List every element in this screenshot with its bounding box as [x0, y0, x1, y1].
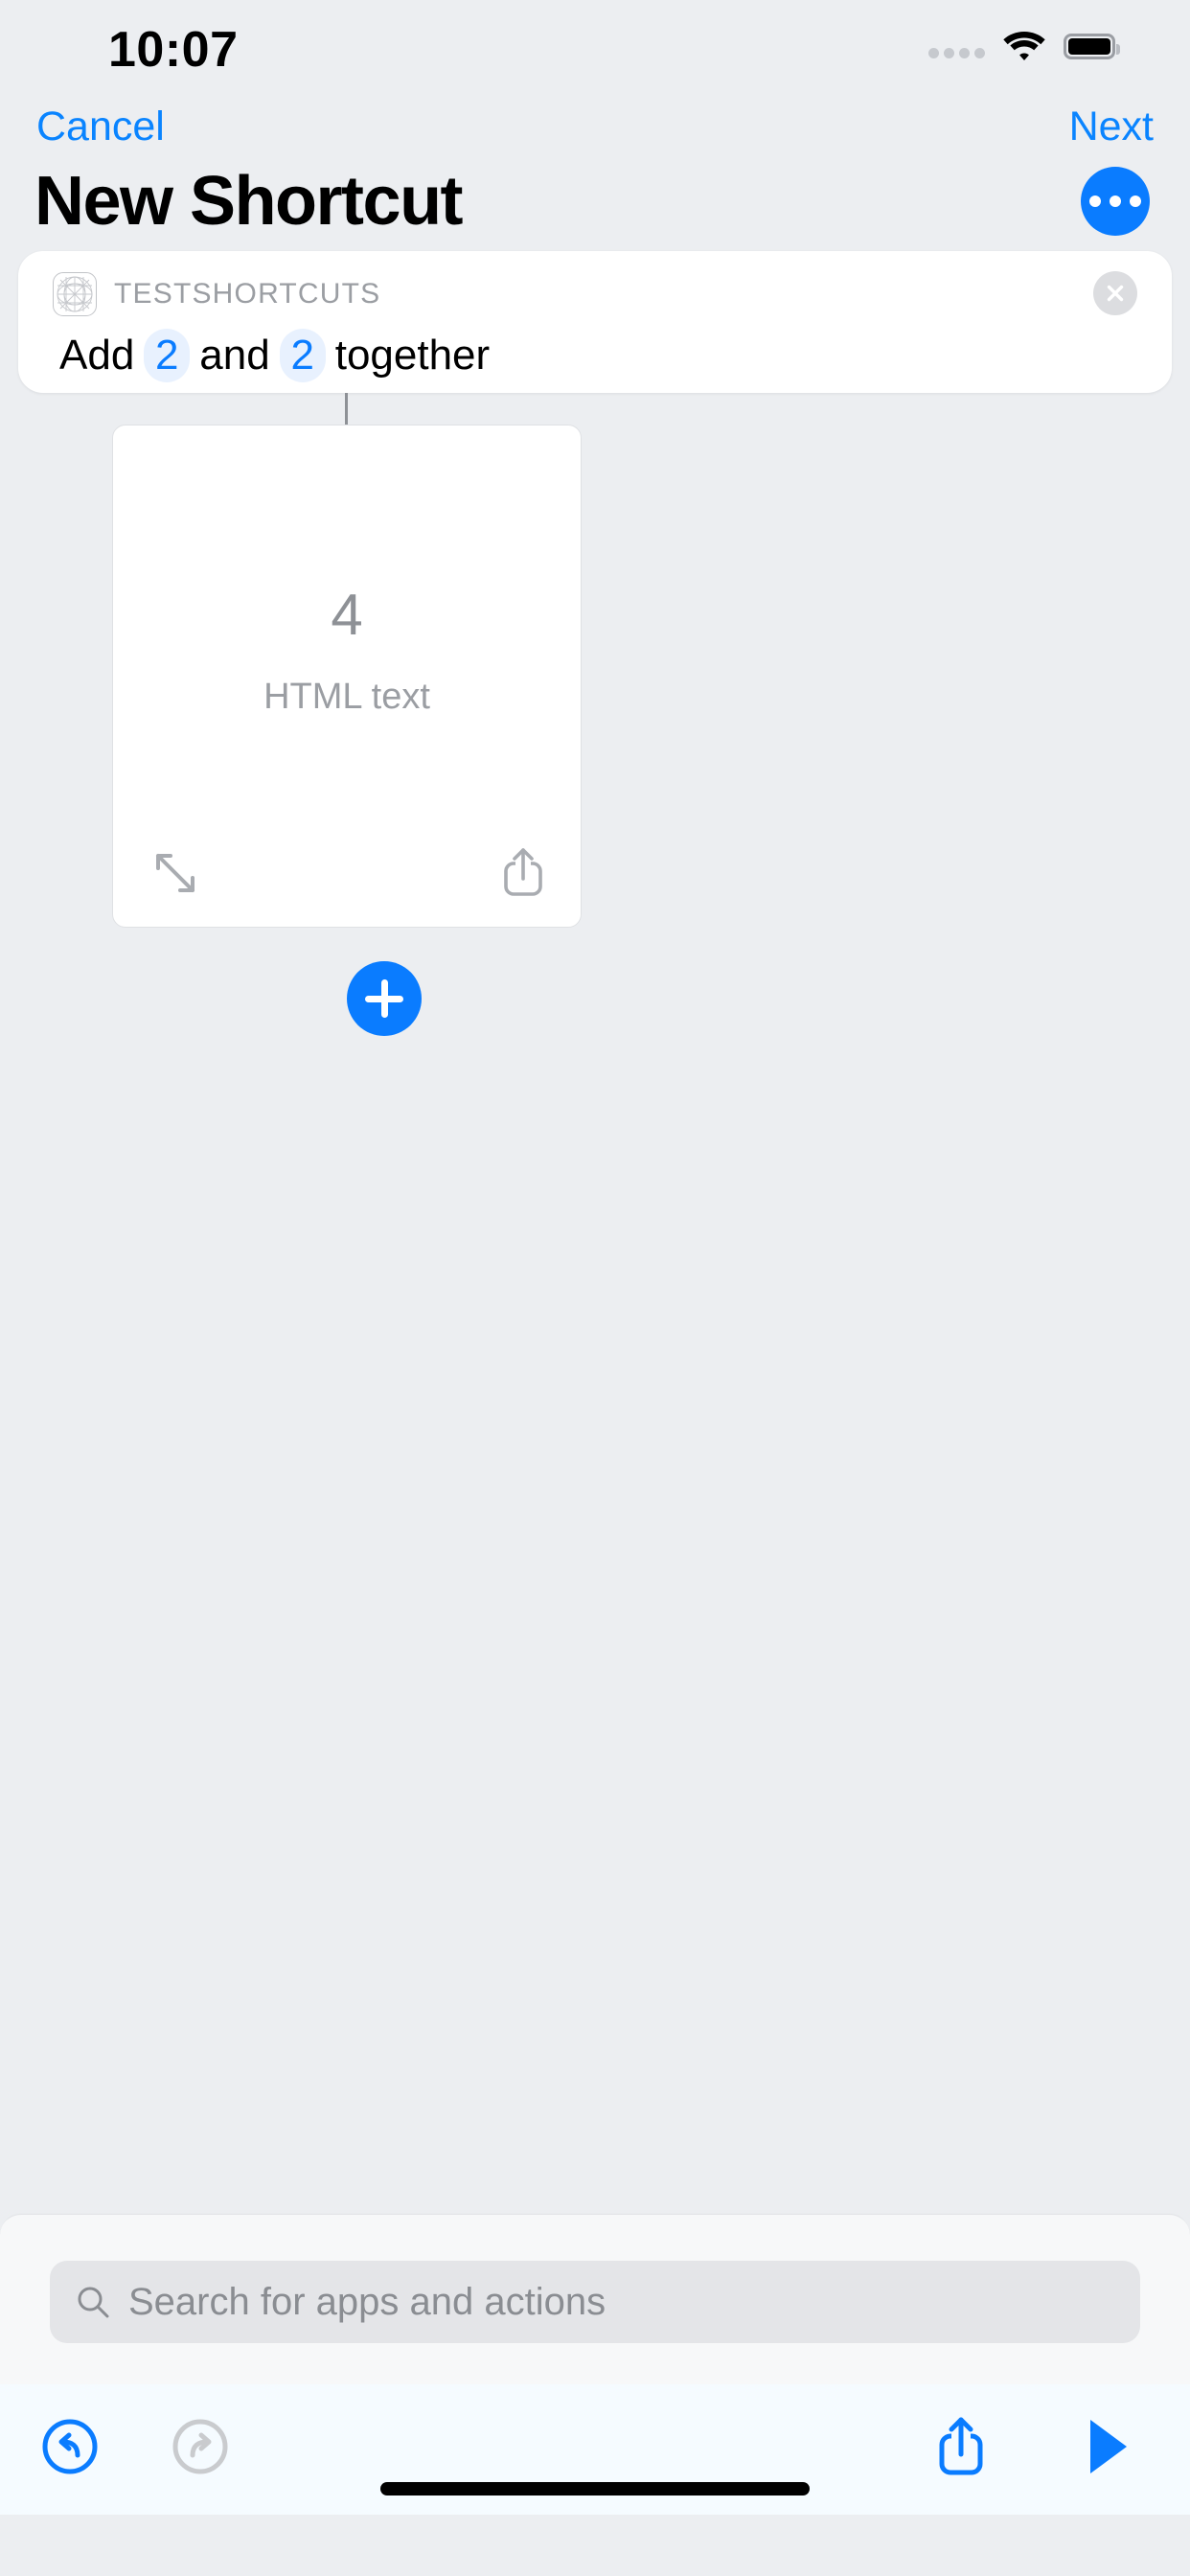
status-bar-time: 10:07 — [108, 22, 239, 78]
home-indicator — [380, 2482, 810, 2496]
action-card-header: TESTSHORTCUTS — [53, 272, 380, 316]
bottom-sheet — [0, 2214, 1190, 2384]
search-icon — [78, 2287, 109, 2318]
shortcuts-editor-screen: 10:07 Cancel Next New Shortcut TESTSHORT… — [0, 0, 1190, 2576]
action-card[interactable]: TESTSHORTCUTS Add 2 and 2 together — [18, 251, 1172, 393]
result-preview-card[interactable]: 4 HTML text — [112, 425, 582, 928]
play-icon — [1090, 2420, 1127, 2473]
battery-full-icon — [1064, 33, 1120, 59]
more-options-button[interactable] — [1081, 167, 1150, 236]
plus-icon — [380, 979, 388, 1018]
close-circle-icon[interactable] — [1093, 271, 1137, 315]
search-input[interactable] — [128, 2280, 1115, 2324]
share-icon — [939, 2417, 983, 2475]
share-button[interactable] — [924, 2409, 998, 2484]
action-card-body: Add 2 and 2 together — [59, 328, 490, 383]
action-connector-line — [345, 393, 348, 426]
bottom-toolbar — [0, 2384, 1190, 2515]
action-text-3: together — [334, 332, 491, 379]
redo-button[interactable] — [163, 2409, 238, 2484]
action-text-1: Add — [59, 332, 135, 379]
ellipsis-icon — [1130, 196, 1141, 207]
undo-icon — [42, 2419, 98, 2474]
add-action-button[interactable] — [347, 961, 422, 1036]
expand-arrows-icon[interactable] — [150, 848, 200, 898]
ellipsis-icon — [1110, 196, 1121, 207]
result-content: 4 HTML text — [113, 586, 581, 718]
status-bar: 10:07 — [0, 0, 1190, 96]
cellular-dots-icon — [928, 34, 985, 58]
redo-icon — [172, 2419, 228, 2474]
title-row: New Shortcut — [0, 153, 1190, 259]
ellipsis-icon — [1089, 196, 1101, 207]
result-value: 4 — [331, 583, 363, 647]
action-token-second-number[interactable]: 2 — [279, 329, 326, 382]
share-icon[interactable] — [500, 844, 546, 900]
play-button[interactable] — [1069, 2409, 1144, 2484]
action-card-app-name: TESTSHORTCUTS — [114, 278, 381, 310]
wifi-icon — [1002, 30, 1046, 62]
status-bar-indicators — [928, 24, 1120, 68]
action-token-first-number[interactable]: 2 — [144, 329, 191, 382]
page-title: New Shortcut — [34, 163, 464, 240]
search-field[interactable] — [50, 2261, 1140, 2343]
undo-button[interactable] — [33, 2409, 107, 2484]
result-label: HTML text — [263, 677, 430, 717]
action-text-2: and — [199, 332, 270, 379]
app-placeholder-icon — [53, 272, 97, 316]
